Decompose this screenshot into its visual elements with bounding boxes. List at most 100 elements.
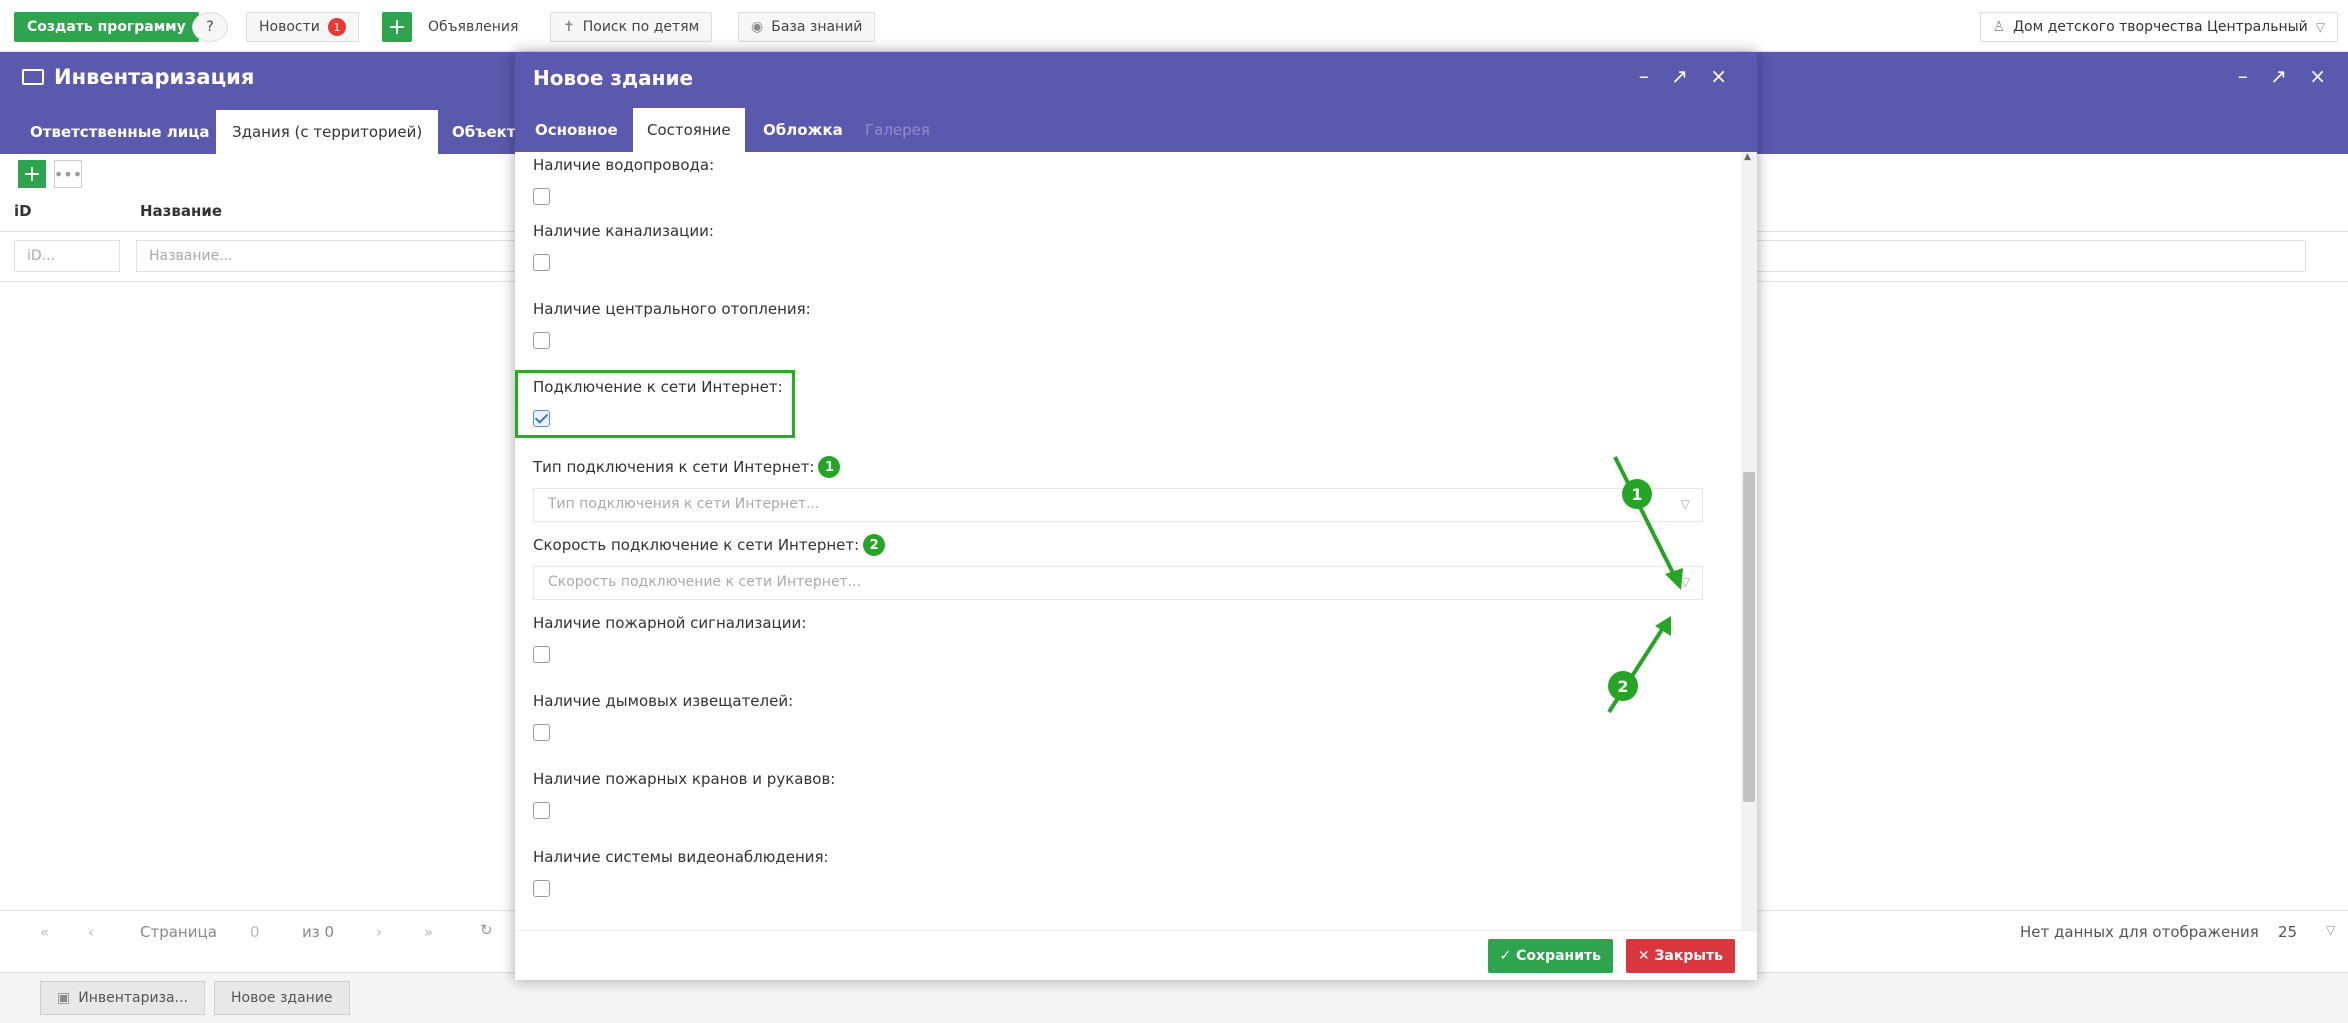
scroll-up-icon[interactable]: ▲ [1744, 152, 1751, 162]
water-checkbox[interactable] [533, 188, 550, 205]
modal-scrollbar[interactable]: ▲ ▼ [1741, 152, 1757, 967]
help-icon: ? [206, 19, 214, 35]
window-controls[interactable]: – ↗ × [2238, 64, 2334, 88]
internet-highlight-box [515, 370, 795, 438]
knowledge-icon: ◉ [751, 19, 764, 35]
field-conn-type: Тип подключения к сети Интернет: 1 Тип по… [533, 456, 1703, 522]
field-fire-alarm: Наличие пожарной сигнализации: [533, 614, 1703, 663]
scroll-thumb[interactable] [1743, 472, 1755, 802]
id-filter-input[interactable]: iD... [14, 240, 120, 272]
page-label: Страница [140, 923, 217, 941]
more-button[interactable]: ••• [54, 160, 82, 188]
conn-type-select[interactable]: Тип подключения к сети Интернет... ▽ [533, 488, 1703, 522]
close-button[interactable]: ✕ Закрыть [1625, 939, 1735, 973]
child-icon: ✝ [563, 19, 575, 35]
conn-speed-label: Скорость подключение к сети Интернет: [533, 536, 860, 554]
sewer-checkbox[interactable] [533, 254, 550, 271]
conn-speed-select[interactable]: Скорость подключение к сети Интернет... ▽ [533, 566, 1703, 600]
knowledge-base-label: База знаний [771, 19, 863, 35]
field-smoke: Наличие дымовых извещателей: [533, 692, 1703, 741]
column-name[interactable]: Название [140, 202, 222, 220]
tab-responsible[interactable]: Ответственные лица [14, 110, 225, 154]
conn-type-label-row: Тип подключения к сети Интернет: 1 [533, 456, 1703, 478]
column-id[interactable]: iD [14, 202, 32, 220]
window-title-text: Инвентаризация [54, 65, 255, 89]
plus-button[interactable]: + [382, 12, 412, 42]
video-checkbox[interactable] [533, 880, 550, 897]
arrow-2-head [1655, 616, 1671, 636]
search-children-label: Поиск по детям [582, 19, 700, 35]
user-icon: ♙ [1992, 19, 2006, 35]
page-of: из 0 [302, 923, 335, 941]
help-button[interactable]: ? [192, 12, 228, 42]
add-button[interactable]: + [18, 160, 46, 188]
heating-checkbox[interactable] [533, 332, 550, 349]
tab-main[interactable]: Основное [521, 108, 632, 152]
smoke-label: Наличие дымовых извещателей: [533, 692, 794, 710]
fire-alarm-checkbox[interactable] [533, 646, 550, 663]
marker-1-badge: 1 [818, 456, 841, 478]
task-inventory[interactable]: ▣ Инвентариза... [40, 981, 205, 1015]
per-page-chevron-icon[interactable]: ▽ [2326, 923, 2335, 937]
window-title: Инвентаризация [22, 65, 254, 89]
hydrants-label: Наличие пожарных кранов и рукавов: [533, 770, 836, 788]
prev-page-icon[interactable]: ‹ [88, 923, 94, 941]
annotation-arrows: 1 2 [1607, 456, 1683, 714]
no-data-text: Нет данных для отображения [2020, 923, 2259, 941]
field-hydrants: Наличие пожарных кранов и рукавов: [533, 770, 1703, 819]
tab-cover[interactable]: Обложка [749, 108, 857, 152]
page-input[interactable]: 0 [250, 923, 260, 941]
refresh-icon[interactable]: ↻ [480, 921, 493, 939]
task-new-building[interactable]: Новое здание [214, 981, 350, 1015]
arrow-1-number: 1 [1631, 485, 1642, 504]
water-label: Наличие водопровода: [533, 156, 715, 174]
knowledge-base-button[interactable]: ◉ База знаний [738, 12, 876, 42]
task-inventory-label: Инвентариза... [78, 990, 188, 1006]
first-page-icon[interactable]: « [40, 923, 49, 941]
smoke-checkbox[interactable] [533, 724, 550, 741]
sewer-label: Наличие канализации: [533, 222, 714, 240]
create-program-button[interactable]: Создать программу [14, 12, 199, 42]
conn-speed-label-row: Скорость подключение к сети Интернет: 2 [533, 534, 1703, 556]
inventory-task-icon: ▣ [57, 990, 71, 1006]
conn-speed-placeholder: Скорость подключение к сети Интернет... [548, 574, 862, 590]
last-page-icon[interactable]: » [424, 923, 433, 941]
grid-toolbar: + ••• [18, 160, 82, 188]
field-video: Наличие системы видеонаблюдения: [533, 848, 1703, 897]
field-heating: Наличие центрального отопления: [533, 300, 1703, 349]
chevron-down-icon: ▽ [2315, 20, 2325, 34]
next-page-icon[interactable]: › [376, 923, 382, 941]
new-building-modal: Новое здание – ↗ × Основное Состояние Об… [515, 52, 1757, 980]
heating-label: Наличие центрального отопления: [533, 300, 811, 318]
tab-buildings[interactable]: Здания (с территорией) [216, 110, 439, 154]
modal-tabs: Основное Состояние Обложка Галерея [515, 102, 1757, 152]
inventory-icon [22, 69, 44, 85]
top-toolbar: Создать программу ? Новости 1 + Объявлен… [0, 0, 2348, 52]
save-button[interactable]: ✓ Сохранить [1487, 939, 1613, 973]
modal-footer: ✓ Сохранить ✕ Закрыть [515, 930, 1757, 980]
tab-state[interactable]: Состояние [633, 108, 745, 152]
per-page-select[interactable]: 25 [2278, 923, 2297, 941]
search-children-button[interactable]: ✝ Поиск по детям [550, 12, 713, 42]
modal-title: Новое здание [533, 66, 694, 90]
conn-type-label: Тип подключения к сети Интернет: [533, 458, 815, 476]
modal-controls[interactable]: – ↗ × [1639, 64, 1735, 88]
field-water: Наличие водопровода: [533, 156, 1703, 205]
news-label: Новости [259, 19, 320, 35]
hydrants-checkbox[interactable] [533, 802, 550, 819]
field-sewer: Наличие канализации: [533, 222, 1703, 271]
arrow-1-line [1613, 456, 1677, 578]
field-conn-speed: Скорость подключение к сети Интернет: 2 С… [533, 534, 1703, 600]
conn-type-placeholder: Тип подключения к сети Интернет... [548, 496, 820, 512]
announcements-button[interactable]: Объявления [416, 12, 530, 42]
news-button[interactable]: Новости 1 [246, 12, 359, 42]
org-name: Дом детского творчества Центральный [2013, 19, 2308, 35]
modal-header: Новое здание – ↗ × [515, 52, 1757, 102]
marker-2-badge: 2 [863, 534, 886, 556]
modal-body: Наличие водопровода: Наличие канализации… [515, 152, 1757, 967]
arrow-1-head [1665, 568, 1683, 590]
fire-alarm-label: Наличие пожарной сигнализации: [533, 614, 807, 632]
news-badge: 1 [327, 18, 346, 36]
org-selector[interactable]: ♙ Дом детского творчества Центральный ▽ [1979, 12, 2338, 42]
video-label: Наличие системы видеонаблюдения: [533, 848, 829, 866]
